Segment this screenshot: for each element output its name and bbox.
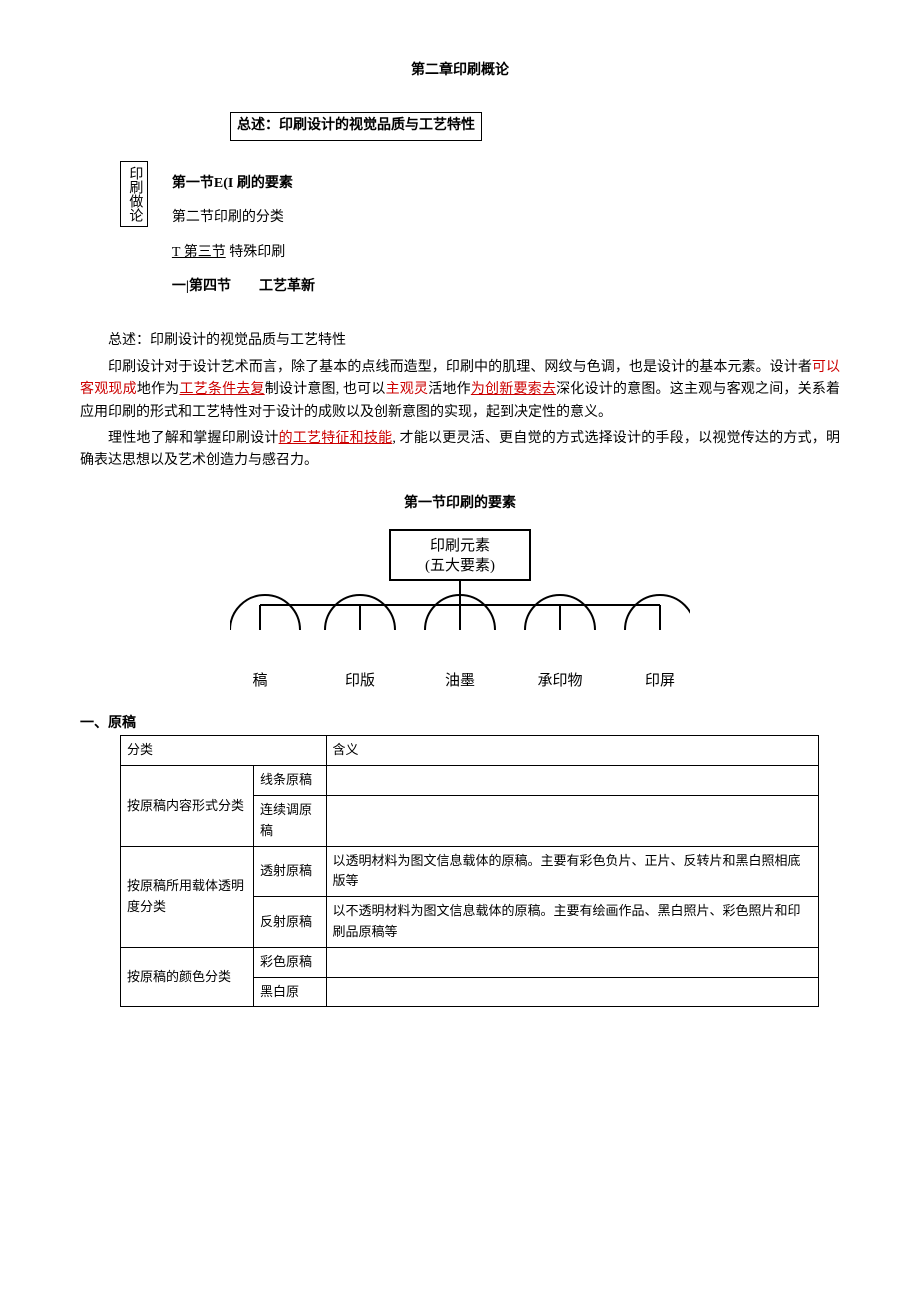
th-meaning: 含义: [326, 736, 819, 766]
sections-column: 第一节E(I 刷的要素 第二节印刷的分类 T 第三节 特殊印刷 一|第四节 工艺…: [172, 161, 315, 311]
section-4-suffix: 工艺革新: [259, 279, 315, 294]
sub-reflective: 反射原稿: [254, 897, 327, 948]
section-2: 第二节印刷的分类: [172, 207, 315, 229]
sub-bw-original: 黑白原: [254, 977, 327, 1007]
sub-transmissive: 透射原稿: [254, 846, 327, 897]
cat-form: 按原稿内容形式分类: [121, 766, 254, 846]
cat-transparency: 按原稿所用载体透明度分类: [121, 846, 254, 947]
section-3-suffix: 特殊印刷: [229, 245, 285, 260]
p1-a: 印刷设计对于设计艺术而言，除了基本的点线而造型，印刷中的肌理、网纹与色调，也是设…: [108, 360, 812, 375]
paragraph-2: 理性地了解和掌握印刷设计的工艺特征和技能, 才能以更灵活、更自觉的方式选择设计的…: [80, 428, 840, 473]
meaning-bw-original: [326, 977, 819, 1007]
diagram-item-5: 印屏: [645, 672, 675, 689]
section-1: 第一节E(I 刷的要素: [172, 173, 315, 195]
p1-e: 制设计意图, 也可以: [265, 382, 386, 397]
paragraph-1: 印刷设计对于设计艺术而言，除了基本的点线而造型，印刷中的肌理、网纹与色调，也是设…: [80, 357, 840, 424]
outline: 印刷做论 第一节E(I 刷的要素 第二节印刷的分类 T 第三节 特殊印刷 一|第…: [80, 161, 840, 311]
meaning-continuous-original: [326, 796, 819, 847]
p1-c: 地作为: [137, 382, 180, 397]
table-heading: 一、原稿: [80, 713, 840, 735]
sub-line-original: 线条原稿: [254, 766, 327, 796]
yuangao-table: 分类 含义 按原稿内容形式分类 线条原稿 连续调原稿 按原稿所用载体透明度分类 …: [120, 735, 819, 1007]
diagram-top-line1: 印刷元素: [430, 537, 490, 554]
table-row: 按原稿的颜色分类 彩色原稿: [121, 947, 819, 977]
sub-color-original: 彩色原稿: [254, 947, 327, 977]
section-1-title: 第一节印刷的要素: [80, 493, 840, 515]
p2-b: 的工艺特征和技能: [279, 431, 393, 446]
table-header-row: 分类 含义: [121, 736, 819, 766]
section-4-space: [231, 279, 259, 294]
summary-box: 总述：印刷设计的视觉品质与工艺特性: [230, 112, 482, 140]
table-row: 按原稿所用载体透明度分类 透射原稿 以透明材料为图文信息载体的原稿。主要有彩色负…: [121, 846, 819, 897]
p1-f: 主观灵: [386, 382, 429, 397]
vertical-label: 印刷做论: [120, 161, 148, 227]
cat-color: 按原稿的颜色分类: [121, 947, 254, 1007]
elements-diagram: 印刷元素 (五大要素) 稿 印版 油墨 承印物 印屏: [230, 525, 690, 705]
sub-continuous-original: 连续调原稿: [254, 796, 327, 847]
meaning-color-original: [326, 947, 819, 977]
section-3: T 第三节 特殊印刷: [172, 242, 315, 264]
diagram-item-4: 承印物: [537, 672, 582, 689]
diagram-top-line2: (五大要素): [425, 557, 495, 574]
diagram-item-3: 油墨: [445, 672, 475, 689]
diagram-item-1: 稿: [252, 672, 267, 689]
p1-g: 活地作: [428, 382, 471, 397]
section-4: 一|第四节 工艺革新: [172, 276, 315, 298]
table-row: 按原稿内容形式分类 线条原稿: [121, 766, 819, 796]
th-category: 分类: [121, 736, 327, 766]
diagram-item-2: 印版: [345, 672, 375, 689]
body-heading: 总述：印刷设计的视觉品质与工艺特性: [80, 330, 840, 352]
section-3-prefix: T 第三节: [172, 245, 226, 260]
meaning-transmissive: 以透明材料为图文信息载体的原稿。主要有彩色负片、正片、反转片和黑白照相底版等: [326, 846, 819, 897]
section-4-prefix: 一|第四节: [172, 279, 231, 294]
p1-h: 为创新要索去: [471, 382, 556, 397]
p2-a: 理性地了解和掌握印刷设计: [108, 431, 279, 446]
meaning-reflective: 以不透明材料为图文信息载体的原稿。主要有绘画作品、黑白照片、彩色照片和印刷品原稿…: [326, 897, 819, 948]
meaning-line-original: [326, 766, 819, 796]
p1-d: 工艺条件去复: [179, 382, 264, 397]
summary-box-wrap: 总述：印刷设计的视觉品质与工艺特性: [80, 112, 840, 140]
chapter-title: 第二章印刷概论: [80, 60, 840, 82]
